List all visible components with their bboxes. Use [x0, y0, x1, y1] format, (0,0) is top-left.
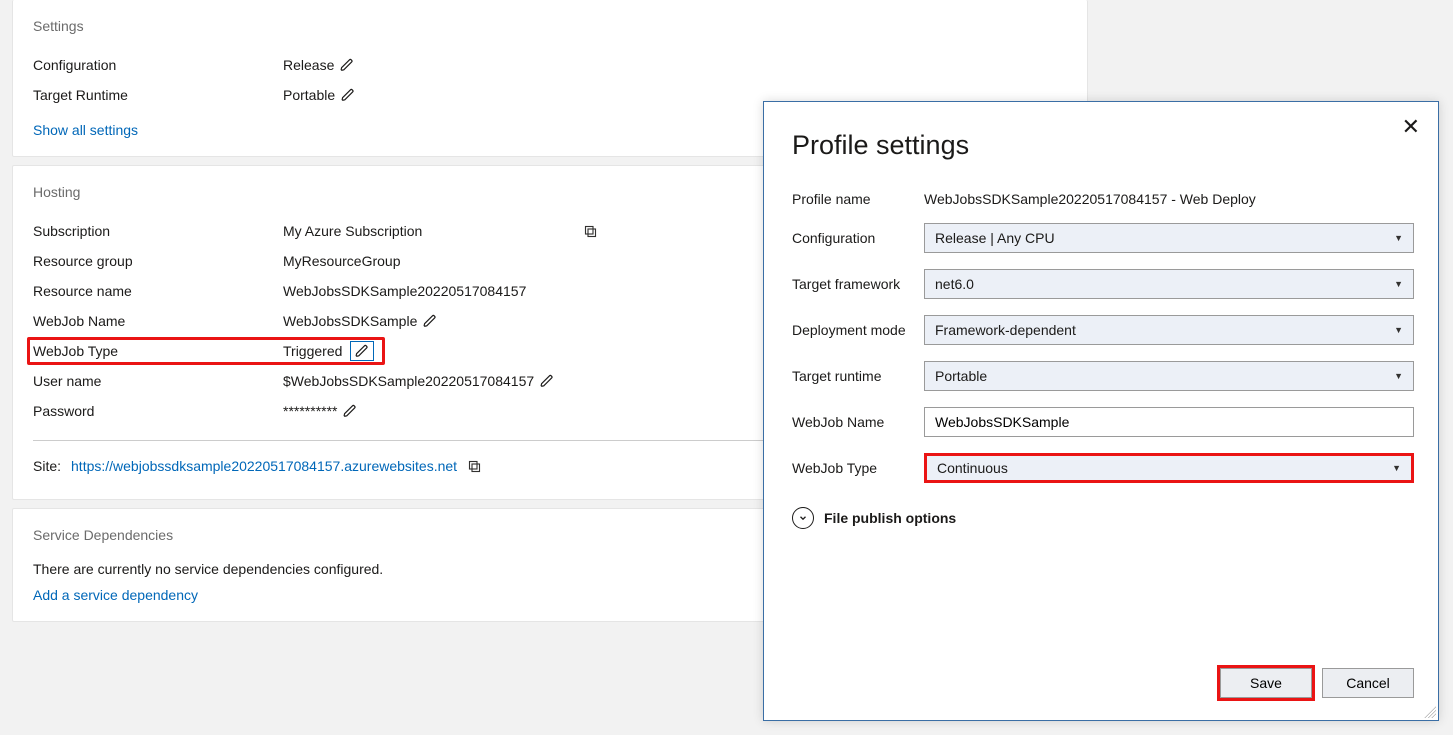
webjob-type-select[interactable]: Continuous ▼: [924, 453, 1414, 483]
dialog-title: Profile settings: [792, 130, 1414, 161]
configuration-select[interactable]: Release | Any CPU ▼: [924, 223, 1414, 253]
configuration-value: Release: [283, 50, 334, 80]
target-framework-select-value: net6.0: [935, 276, 974, 292]
dialog-webjob-name-row: WebJob Name: [792, 407, 1414, 437]
dialog-webjob-type-row: WebJob Type Continuous ▼: [792, 453, 1414, 483]
pencil-icon[interactable]: [423, 314, 437, 328]
dialog-webjob-name-label: WebJob Name: [792, 414, 924, 430]
password-value: **********: [283, 396, 337, 426]
webjob-type-select-value: Continuous: [937, 460, 1008, 476]
file-publish-label: File publish options: [824, 510, 956, 526]
target-runtime-select[interactable]: Portable ▼: [924, 361, 1414, 391]
settings-configuration-row: Configuration Release: [33, 50, 1067, 80]
cancel-button[interactable]: Cancel: [1322, 668, 1414, 698]
configuration-label: Configuration: [792, 230, 924, 246]
pencil-icon[interactable]: [343, 404, 357, 418]
password-label: Password: [33, 396, 283, 426]
pencil-icon[interactable]: [340, 58, 354, 72]
target-runtime-label: Target Runtime: [33, 80, 283, 110]
subscription-label: Subscription: [33, 216, 283, 246]
resource-name-label: Resource name: [33, 276, 283, 306]
pencil-icon[interactable]: [540, 374, 554, 388]
chevron-down-icon: ▼: [1392, 463, 1401, 473]
site-url-link[interactable]: https://webjobssdksample20220517084157.a…: [71, 451, 457, 481]
chevron-down-circle-icon: [792, 507, 814, 529]
pencil-icon[interactable]: [350, 341, 374, 361]
target-framework-label: Target framework: [792, 276, 924, 292]
target-runtime-row: Target runtime Portable ▼: [792, 361, 1414, 391]
resource-group-label: Resource group: [33, 246, 283, 276]
profile-name-label: Profile name: [792, 191, 924, 207]
pencil-icon[interactable]: [341, 88, 355, 102]
webjob-name-label: WebJob Name: [33, 306, 283, 336]
dialog-buttons: Save Cancel: [792, 668, 1414, 698]
target-framework-row: Target framework net6.0 ▼: [792, 269, 1414, 299]
show-all-settings-link[interactable]: Show all settings: [33, 122, 138, 138]
chevron-down-icon: ▼: [1394, 233, 1403, 243]
target-runtime-label: Target runtime: [792, 368, 924, 384]
target-runtime-value: Portable: [283, 80, 335, 110]
deployment-mode-select-value: Framework-dependent: [935, 322, 1076, 338]
webjob-name-value: WebJobsSDKSample: [283, 306, 417, 336]
configuration-label: Configuration: [33, 50, 283, 80]
profile-name-row: Profile name WebJobsSDKSample20220517084…: [792, 191, 1414, 207]
subscription-value: My Azure Subscription: [283, 216, 573, 246]
copy-icon[interactable]: [583, 224, 598, 239]
user-name-label: User name: [33, 366, 283, 396]
user-name-value: $WebJobsSDKSample20220517084157: [283, 366, 534, 396]
copy-icon[interactable]: [467, 459, 482, 474]
chevron-down-icon: ▼: [1394, 279, 1403, 289]
target-runtime-select-value: Portable: [935, 368, 987, 384]
resize-grip-icon[interactable]: [1424, 706, 1436, 718]
site-label: Site:: [33, 451, 61, 481]
resource-group-value: MyResourceGroup: [283, 246, 401, 276]
profile-settings-dialog: ✕ Profile settings Profile name WebJobsS…: [763, 101, 1439, 721]
chevron-down-icon: ▼: [1394, 371, 1403, 381]
deployment-mode-row: Deployment mode Framework-dependent ▼: [792, 315, 1414, 345]
settings-title: Settings: [33, 18, 1067, 34]
close-icon[interactable]: ✕: [1402, 116, 1420, 138]
save-button[interactable]: Save: [1220, 668, 1312, 698]
webjob-name-input[interactable]: [924, 407, 1414, 437]
target-framework-select[interactable]: net6.0 ▼: [924, 269, 1414, 299]
resource-name-value: WebJobsSDKSample20220517084157: [283, 276, 526, 306]
webjob-type-value: Triggered: [283, 336, 342, 366]
configuration-select-value: Release | Any CPU: [935, 230, 1055, 246]
deployment-mode-label: Deployment mode: [792, 322, 924, 338]
deployment-mode-select[interactable]: Framework-dependent ▼: [924, 315, 1414, 345]
dialog-webjob-type-label: WebJob Type: [792, 460, 924, 476]
file-publish-options-toggle[interactable]: File publish options: [792, 507, 1414, 529]
webjob-type-label: WebJob Type: [33, 336, 283, 366]
add-service-dependency-link[interactable]: Add a service dependency: [33, 587, 198, 603]
profile-name-value: WebJobsSDKSample20220517084157 - Web Dep…: [924, 191, 1414, 207]
chevron-down-icon: ▼: [1394, 325, 1403, 335]
configuration-row: Configuration Release | Any CPU ▼: [792, 223, 1414, 253]
